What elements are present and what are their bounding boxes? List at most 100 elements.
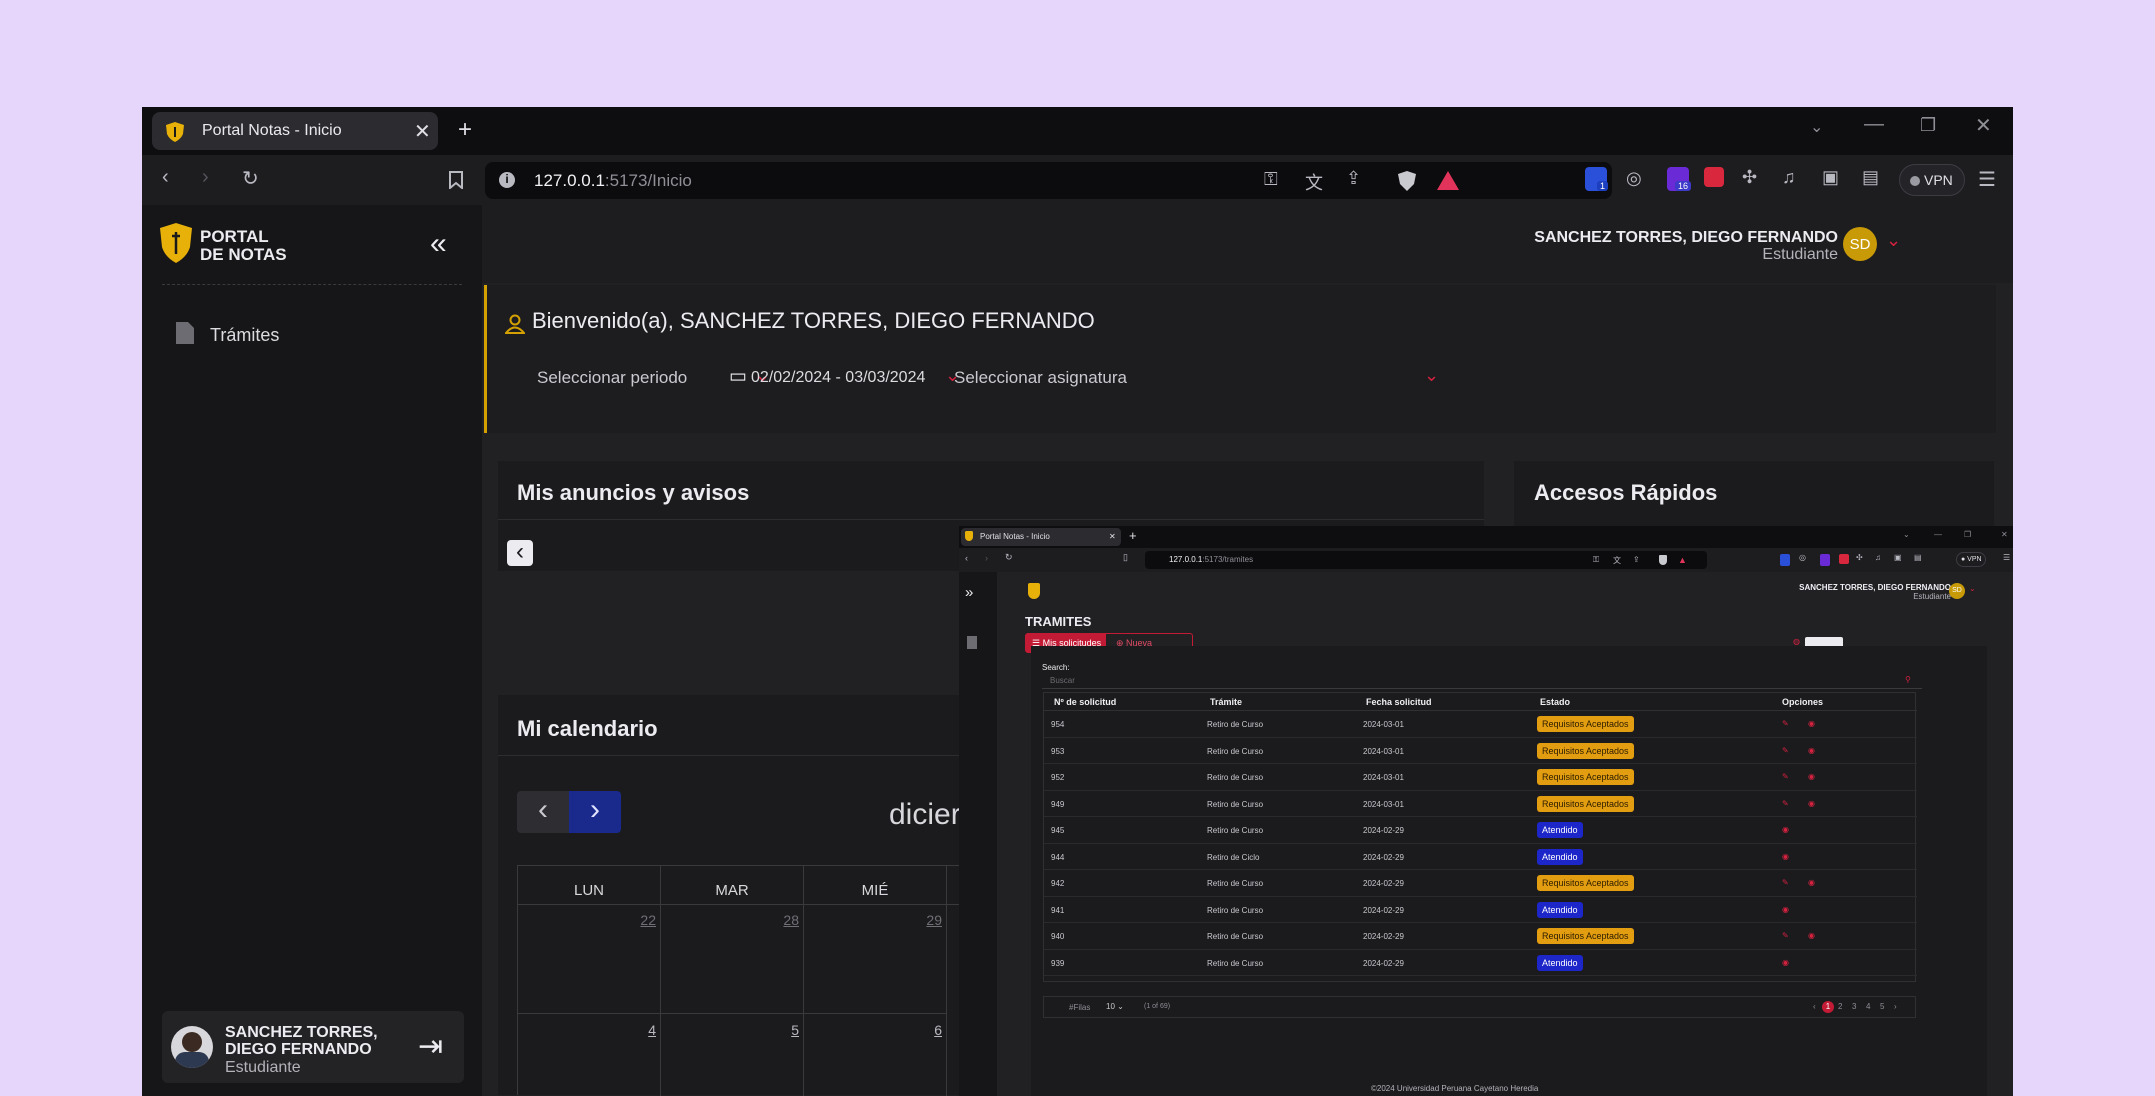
sidebar-toggle-icon[interactable]: ▣	[1822, 167, 1839, 188]
inner-url-text[interactable]: 127.0.0.1:5173/tramites	[1169, 555, 1253, 564]
inner-extension-red-icon[interactable]	[1839, 554, 1849, 564]
bookmark-icon[interactable]	[449, 171, 463, 189]
view-icon[interactable]: ◉	[1808, 799, 1815, 808]
view-icon[interactable]: ◉	[1782, 958, 1789, 967]
calendar-prev-button[interactable]: ‹	[517, 791, 569, 833]
view-icon[interactable]: ◉	[1782, 852, 1789, 861]
inner-key-icon[interactable]: ⚿	[1593, 555, 1599, 565]
inner-back-icon[interactable]: ‹	[965, 553, 968, 563]
inner-music-icon[interactable]: ♫	[1875, 553, 1881, 562]
close-tab-icon[interactable]: ✕	[414, 119, 431, 144]
inner-rows-select[interactable]: 10 ⌄	[1106, 1002, 1124, 1011]
inner-browser-tab[interactable]: Portal Notas - Inicio ✕	[961, 528, 1121, 546]
inner-page-link[interactable]: 2	[1838, 1002, 1842, 1011]
view-icon[interactable]: ◉	[1782, 825, 1789, 834]
collapse-sidebar-icon[interactable]: «	[430, 227, 447, 261]
inner-extension-spy-icon[interactable]: ◎	[1799, 553, 1806, 562]
inner-extension-icon[interactable]	[1780, 554, 1790, 566]
view-icon[interactable]: ◉	[1808, 931, 1815, 940]
vpn-button[interactable]: VPN	[1899, 164, 1965, 196]
restore-icon[interactable]: ❐	[1920, 115, 1936, 136]
view-icon[interactable]: ◉	[1808, 746, 1815, 755]
calendar-next-button[interactable]: ›	[569, 791, 621, 833]
edit-icon[interactable]: ✎	[1782, 719, 1789, 728]
inner-share-icon[interactable]: ⇪	[1633, 555, 1640, 564]
inner-forward-icon[interactable]: ›	[985, 553, 988, 563]
inner-new-tab-icon[interactable]: +	[1129, 528, 1137, 543]
brave-rewards-icon[interactable]	[1437, 171, 1459, 190]
tab-list-chevron-icon[interactable]: ⌄	[1810, 117, 1823, 137]
edit-icon[interactable]: ✎	[1782, 931, 1789, 940]
extension-purple-icon[interactable]: 16	[1667, 167, 1692, 191]
extension-red-icon[interactable]	[1704, 167, 1724, 187]
calendar-day-cell[interactable]: 6	[804, 1014, 947, 1096]
minimize-icon[interactable]: —	[1864, 113, 1884, 136]
calendar-day-cell[interactable]: 5	[661, 1014, 804, 1096]
inner-close-tab-icon[interactable]: ✕	[1109, 532, 1116, 541]
inner-brave-shield-icon[interactable]	[1659, 555, 1667, 565]
header-avatar[interactable]: SD	[1843, 227, 1877, 261]
sidebar-item-tramites[interactable]: Trámites	[176, 318, 446, 352]
inner-document-icon[interactable]	[967, 636, 977, 649]
view-icon[interactable]: ◉	[1782, 905, 1789, 914]
logout-icon[interactable]: ⇥	[418, 1029, 443, 1064]
key-icon[interactable]: ⚿	[1264, 169, 1278, 190]
inner-translate-icon[interactable]: 文	[1613, 555, 1621, 566]
inner-expand-sidebar-icon[interactable]: »	[965, 584, 973, 601]
view-icon[interactable]: ◉	[1808, 878, 1815, 887]
inner-extension-purple-icon[interactable]	[1820, 554, 1830, 566]
inner-minimize-icon[interactable]: —	[1934, 530, 1942, 539]
inner-page-prev-icon[interactable]: ‹	[1813, 1002, 1816, 1011]
date-range-picker[interactable]: ▭ 02/02/2024 - 03/03/2024 ⌄	[729, 365, 969, 395]
inner-tab-list-icon[interactable]: ⌄	[1903, 530, 1910, 539]
inner-reload-icon[interactable]: ↻	[1005, 552, 1013, 563]
translate-icon[interactable]: 文	[1305, 169, 1323, 195]
view-icon[interactable]: ◉	[1808, 719, 1815, 728]
inner-bookmark-icon[interactable]: ▯	[1123, 552, 1128, 563]
inner-header-avatar[interactable]: SD	[1949, 583, 1965, 599]
edit-icon[interactable]: ✎	[1782, 772, 1789, 781]
extension-spy-icon[interactable]: ◎	[1626, 168, 1642, 189]
site-info-icon[interactable]: i	[499, 172, 515, 188]
user-menu-chevron-icon[interactable]: ⌄	[1886, 230, 1901, 251]
inner-menu-icon[interactable]: ☰	[2003, 553, 2010, 562]
calendar-day-cell[interactable]: 28	[661, 904, 804, 1014]
media-music-icon[interactable]: ♫	[1782, 167, 1796, 188]
forward-icon[interactable]: ›	[202, 166, 209, 189]
inner-puzzle-icon[interactable]: ✣	[1856, 553, 1863, 562]
inner-wallet-icon[interactable]: ▤	[1914, 553, 1922, 562]
extensions-puzzle-icon[interactable]: ✣	[1742, 167, 1757, 188]
wallet-icon[interactable]: ▤	[1862, 167, 1879, 188]
inner-rewards-icon[interactable]: ▲	[1678, 555, 1687, 565]
carousel-prev-icon[interactable]: ‹	[507, 540, 533, 566]
view-icon[interactable]: ◉	[1808, 772, 1815, 781]
inner-user-chevron-icon[interactable]: ⌄	[1969, 584, 1976, 593]
inner-search-icon[interactable]: ⚲	[1905, 675, 1911, 684]
inner-search-input[interactable]: Buscar ⚲	[1042, 673, 1922, 689]
calendar-day-cell[interactable]: 22	[518, 904, 661, 1014]
inner-restore-icon[interactable]: ❐	[1964, 530, 1971, 539]
edit-icon[interactable]: ✎	[1782, 878, 1789, 887]
new-tab-icon[interactable]: +	[458, 116, 472, 144]
inner-page-link[interactable]: 3	[1852, 1002, 1856, 1011]
subject-select[interactable]: Seleccionar asignatura ⌄	[954, 353, 1502, 403]
url-text[interactable]: 127.0.0.1:5173/Inicio	[534, 171, 692, 191]
address-bar[interactable]: i 127.0.0.1:5173/Inicio ⚿ 文 ⇪	[485, 162, 1612, 199]
inner-page-current[interactable]: 1	[1822, 1001, 1834, 1013]
inner-vpn-button[interactable]: ● VPN	[1956, 552, 1986, 567]
inner-page-next-icon[interactable]: ›	[1894, 1002, 1897, 1011]
inner-sidebar-icon[interactable]: ▣	[1894, 553, 1902, 562]
edit-icon[interactable]: ✎	[1782, 799, 1789, 808]
calendar-day-cell[interactable]: 29	[804, 904, 947, 1014]
share-icon[interactable]: ⇪	[1346, 168, 1361, 189]
edit-icon[interactable]: ✎	[1782, 746, 1789, 755]
brave-shield-icon[interactable]	[1398, 171, 1416, 191]
inner-page-link[interactable]: 5	[1880, 1002, 1884, 1011]
back-icon[interactable]: ‹	[162, 166, 169, 189]
window-close-icon[interactable]: ✕	[1975, 113, 1992, 138]
inner-page-link[interactable]: 4	[1866, 1002, 1870, 1011]
extension-bitwarden-icon[interactable]: 1	[1585, 167, 1609, 191]
browser-tab-active[interactable]: Portal Notas - Inicio ✕	[152, 112, 438, 150]
inner-address-bar[interactable]: 127.0.0.1:5173/tramites ⚿ 文 ⇪ ▲	[1145, 551, 1707, 569]
menu-hamburger-icon[interactable]: ☰	[1978, 167, 1996, 192]
